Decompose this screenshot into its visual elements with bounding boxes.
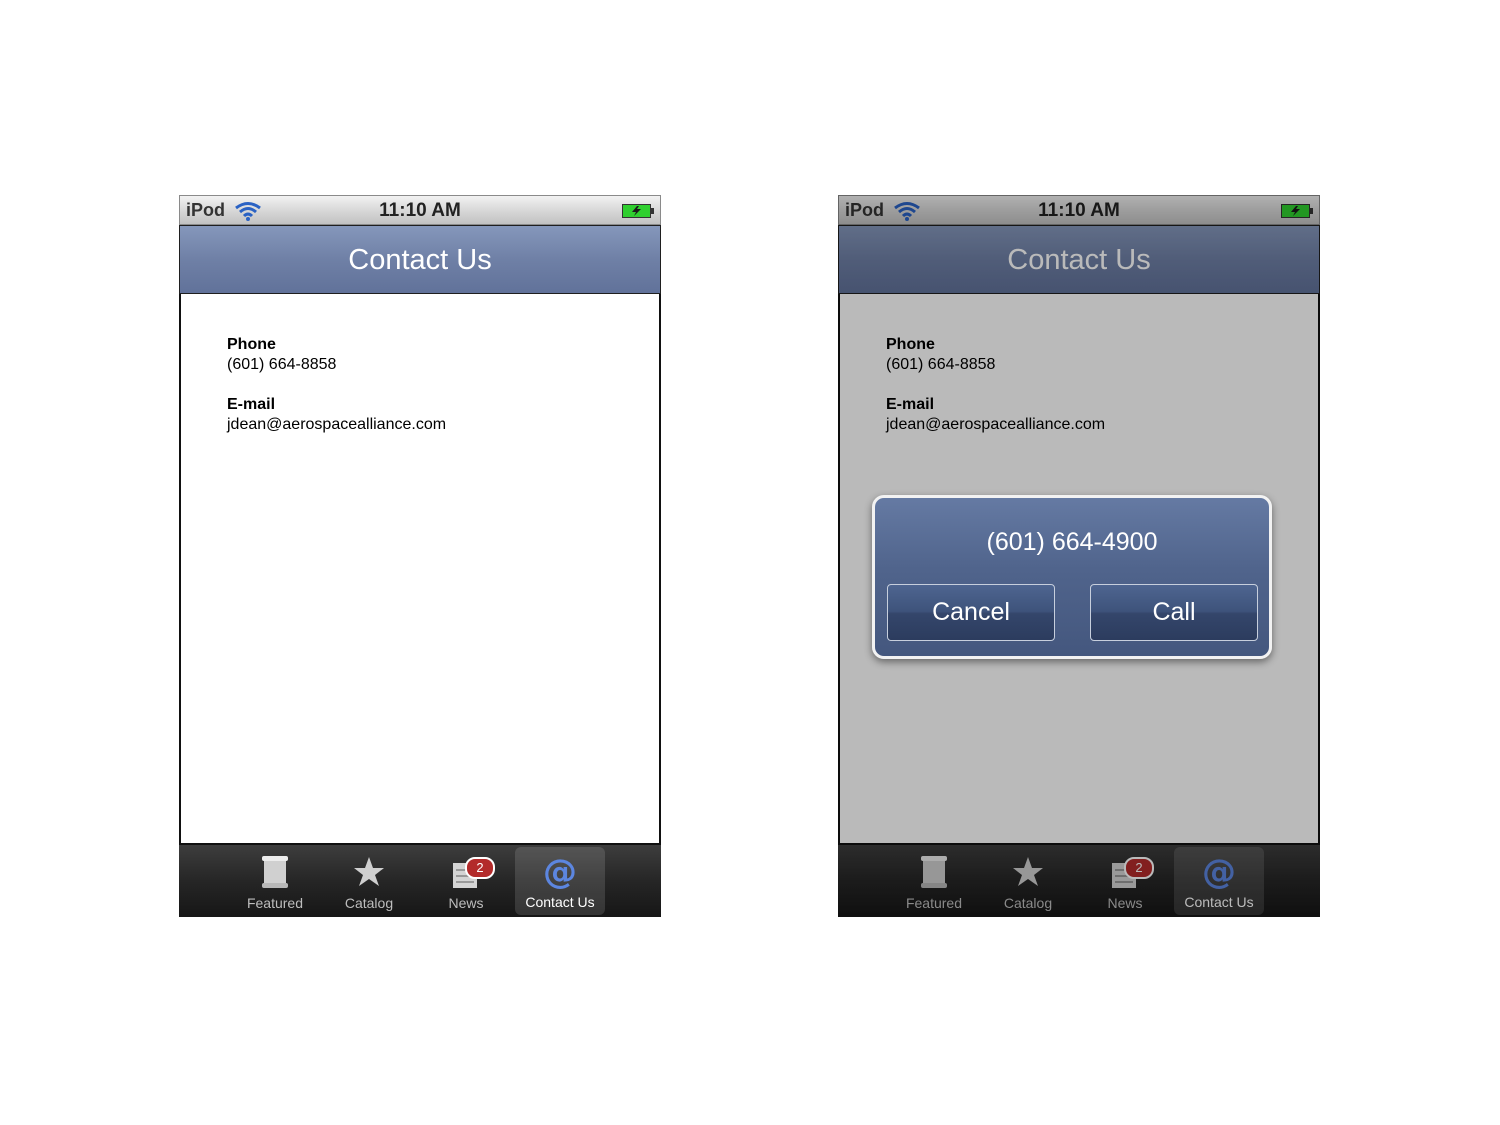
tab-catalog-label: Catalog (344, 895, 394, 911)
contact-details: Phone (601) 664-8858 E-mail jdean@aerosp… (179, 294, 661, 843)
alert-phone-number: (601) 664-4900 (986, 528, 1158, 556)
news-badge: 2 (465, 857, 495, 879)
tab-catalog[interactable]: Catalog (324, 845, 414, 917)
clock: 11:10 AM (379, 200, 461, 221)
call-button[interactable]: Call (1090, 584, 1258, 641)
scroll-icon (230, 855, 320, 894)
phone-screen-call-alert: iPod 11:10 AM Contact Us Phone (601) 664… (838, 195, 1320, 917)
email-label: E-mail (227, 396, 276, 413)
star-icon (324, 855, 414, 894)
phone-number-link[interactable]: (601) 664-8858 (227, 356, 336, 374)
status-bar: iPod 11:10 AM (179, 195, 661, 225)
cancel-button[interactable]: Cancel (887, 584, 1055, 641)
at-sign-icon: @ (515, 852, 605, 894)
tab-news[interactable]: 2 News (421, 845, 511, 917)
tab-contact-us[interactable]: @ Contact Us (515, 847, 605, 915)
call-confirmation-alert: (601) 664-4900 Cancel Call (872, 495, 1272, 659)
tab-news-label: News (448, 895, 484, 911)
phone-screen-contact: iPod 11:10 AM Contact Us Phone (601) 664… (179, 195, 661, 917)
email-link[interactable]: jdean@aerospacealliance.com (227, 416, 446, 434)
tab-bar: Featured Catalog 2 News @ Contact Us (179, 843, 661, 917)
svg-text:@: @ (543, 853, 577, 889)
battery-icon (622, 204, 654, 223)
phone-label: Phone (227, 336, 276, 353)
tab-featured-label: Featured (246, 895, 304, 911)
page-title: Contact Us (348, 244, 492, 276)
tab-contact-us-label: Contact Us (525, 894, 595, 910)
tab-featured[interactable]: Featured (230, 845, 320, 917)
navigation-bar: Contact Us (179, 225, 661, 294)
